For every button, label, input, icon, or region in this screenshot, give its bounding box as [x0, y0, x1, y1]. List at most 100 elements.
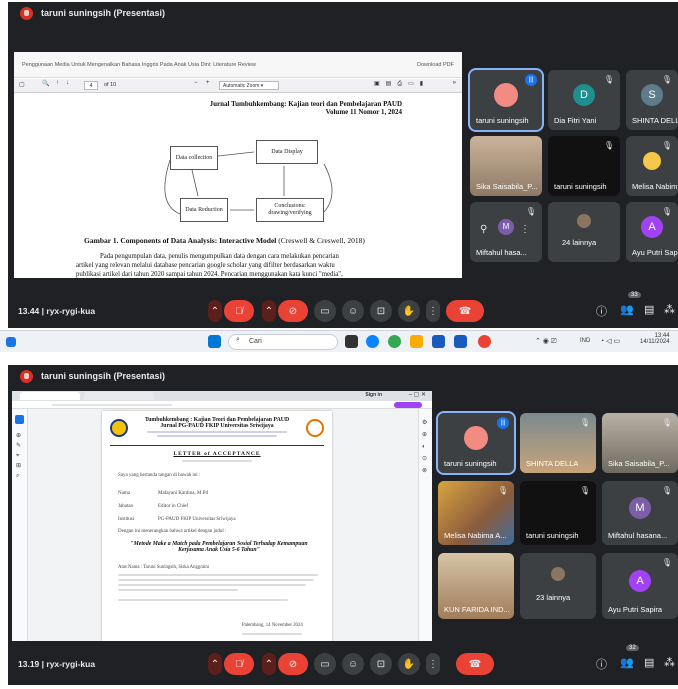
- file-explorer-icon[interactable]: [410, 335, 423, 348]
- participant-tile[interactable]: S 🎙 SHINTA DELLA: [626, 70, 678, 130]
- more-options-button[interactable]: ⋮: [426, 300, 440, 322]
- app-icon[interactable]: [478, 335, 491, 348]
- mic-toggle-button[interactable]: 🎙̸: [224, 653, 254, 675]
- camera-options-button[interactable]: ⌃: [262, 300, 276, 322]
- camera-toggle-button[interactable]: ⊘: [278, 300, 308, 322]
- zoom-out-icon[interactable]: −: [194, 80, 198, 86]
- pdf-tools-icon[interactable]: ▣▤⎙▭▮: [374, 80, 429, 88]
- more-tools-icon[interactable]: »: [453, 80, 456, 86]
- presenter-title: taruni suningsih (Presentasi): [41, 8, 166, 18]
- row-value: Editor in Chief: [158, 504, 188, 509]
- mic-off-icon: 🎙̸: [235, 658, 243, 670]
- participant-tile[interactable]: A 🎙 Ayu Putri Sapira: [626, 202, 678, 262]
- university-logo-icon: [110, 419, 128, 437]
- participant-tile[interactable]: ⚲ M ⋮ 🎙 Miftahul hasa...: [470, 202, 542, 262]
- zoom-select[interactable]: Automatic Zoom ▾: [219, 81, 279, 90]
- people-icon[interactable]: 👥: [620, 303, 634, 316]
- chat-icon[interactable]: ▤: [644, 303, 654, 316]
- pdf-header: Penggunaan Media Untuk Mengenalkan Bahas…: [14, 52, 462, 78]
- pin-icon[interactable]: ⚲: [480, 224, 487, 235]
- language-indicator[interactable]: IND: [580, 338, 590, 344]
- loa-intro: Saya yang bertanda tangan di bawah ini :: [118, 473, 201, 478]
- participant-tile[interactable]: 🎙 SHINTA DELLA: [520, 413, 596, 473]
- download-pdf-link[interactable]: Download PDF: [417, 62, 454, 68]
- zoom-in-icon[interactable]: +: [206, 80, 210, 86]
- captions-button[interactable]: ▭: [314, 300, 336, 322]
- word-icon[interactable]: [432, 335, 445, 348]
- sign-in-button[interactable]: Sign in: [365, 392, 382, 398]
- more-options-icon[interactable]: ⋮: [520, 224, 530, 235]
- reactions-button[interactable]: ☺: [342, 653, 364, 675]
- edge-icon[interactable]: [366, 335, 379, 348]
- tray-date: 14/11/2024: [640, 339, 670, 345]
- info-icon[interactable]: ⓘ: [596, 303, 607, 319]
- participant-tile[interactable]: D 🎙 Dia Fitri Yani: [548, 70, 620, 130]
- reactions-button[interactable]: ☺: [342, 300, 364, 322]
- camera-toggle-button[interactable]: ⊘: [278, 653, 308, 675]
- raise-hand-button[interactable]: ✋: [398, 300, 420, 322]
- participant-tile[interactable]: ||| taruni suningsih: [468, 68, 544, 132]
- participant-tile[interactable]: 🎙 taruni suningsih: [548, 136, 620, 196]
- page-number-input[interactable]: 4: [84, 81, 98, 90]
- mic-toggle-button[interactable]: 🎙̸: [224, 300, 254, 322]
- avatar: [577, 214, 591, 229]
- thumbnail-icon[interactable]: [15, 415, 24, 424]
- sidebar-toggle-icon[interactable]: ▢: [19, 81, 25, 88]
- participant-tile[interactable]: 🎙 Sika Saisabila_P...: [602, 413, 678, 473]
- chrome-icon[interactable]: [388, 335, 401, 348]
- end-call-button[interactable]: ☎: [456, 653, 494, 675]
- participant-tile[interactable]: A 🎙 Ayu Putri Sapira: [602, 553, 678, 619]
- network-volume-icons[interactable]: ◔ ◁ ▭: [600, 337, 620, 345]
- participant-tile[interactable]: 🎙 Melisa Nabima A...: [438, 481, 514, 545]
- participant-name: Dia Fitri Yani: [554, 116, 597, 125]
- diagram-arrows: [164, 151, 333, 215]
- tray-clock[interactable]: 13:44 14/11/2024: [640, 333, 670, 345]
- activities-icon[interactable]: ⁂: [664, 303, 675, 316]
- camera-off-icon: ⊘: [288, 658, 298, 670]
- search-icon[interactable]: 🔍: [42, 80, 49, 87]
- taskbar-search[interactable]: Cari: [228, 334, 338, 350]
- next-page-icon[interactable]: ↓: [66, 80, 69, 86]
- browser-address-bar[interactable]: [12, 401, 432, 409]
- task-view-icon[interactable]: [345, 335, 358, 348]
- end-call-button[interactable]: ☎: [446, 300, 484, 322]
- windows-taskbar: Cari ⌕ ⌃ ◉ ⎚ IND ◔ ◁ ▭ 13:44 14/11/2024: [0, 330, 678, 352]
- camera-options-button[interactable]: ⌃: [262, 653, 276, 675]
- table-row: Institusi PG-PAUD FKIP Universitas Sriwij…: [118, 513, 236, 526]
- sidebar-tool-icons[interactable]: ⊕ ✎ ⌖ ⊞ ⌕: [16, 431, 21, 481]
- start-icon[interactable]: [208, 335, 221, 348]
- people-icon[interactable]: 👥: [620, 656, 634, 669]
- prev-page-icon[interactable]: ↑: [56, 80, 59, 86]
- participant-tile[interactable]: 🎙 Melisa Nabim...: [626, 136, 678, 196]
- mic-off-icon: 🎙: [603, 141, 614, 150]
- widgets-icon[interactable]: [6, 337, 16, 347]
- participant-tile[interactable]: ||| taruni suningsih: [436, 411, 516, 475]
- participant-tile[interactable]: 24 lainnya: [548, 202, 620, 262]
- present-button[interactable]: ⊡: [370, 653, 392, 675]
- present-button[interactable]: ⊡: [370, 300, 392, 322]
- participant-tile[interactable]: 23 lainnya: [520, 553, 596, 619]
- tray-icons[interactable]: ⌃ ◉ ⎚: [535, 337, 556, 346]
- participant-tile[interactable]: Sika Saisabila_P...: [470, 136, 542, 196]
- captions-button[interactable]: ▭: [314, 653, 336, 675]
- activities-icon[interactable]: ⁂: [664, 656, 675, 669]
- right-tool-icons[interactable]: ⚙ ⊕ ◐ ⊙ ⊗: [422, 417, 427, 477]
- browser-tab[interactable]: [20, 392, 80, 400]
- mic-options-button[interactable]: ⌃: [208, 653, 222, 675]
- chat-icon[interactable]: ▤: [644, 656, 654, 669]
- mic-options-button[interactable]: ⌃: [208, 300, 222, 322]
- raise-hand-button[interactable]: ✋: [398, 653, 420, 675]
- window-controls-icon[interactable]: – ▢ ✕: [409, 391, 426, 398]
- store-icon[interactable]: [454, 335, 467, 348]
- info-icon[interactable]: ⓘ: [596, 656, 607, 672]
- page-total: of 10: [104, 82, 117, 88]
- meeting-code: ryx-rygi-kua: [46, 306, 96, 316]
- mic-off-icon: 🎙: [661, 207, 672, 216]
- participant-tile[interactable]: M 🎙 Miftahul hasana...: [602, 481, 678, 545]
- participant-tile[interactable]: 🎙 taruni suningsih: [520, 481, 596, 545]
- extension-badge-icon[interactable]: [394, 402, 422, 408]
- more-options-button[interactable]: ⋮: [426, 653, 440, 675]
- row-key: Jabatan: [118, 504, 133, 509]
- participant-tile[interactable]: KUN FARIDA IND...: [438, 553, 514, 619]
- browser-tab[interactable]: [84, 392, 154, 400]
